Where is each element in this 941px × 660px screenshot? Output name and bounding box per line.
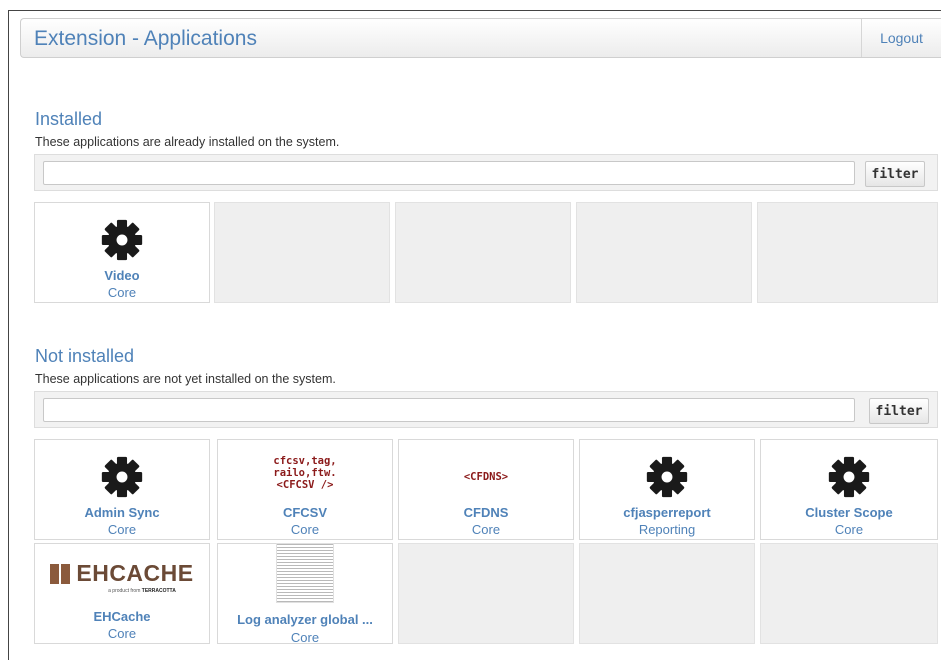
- app-name: Log analyzer global ...: [237, 612, 373, 627]
- empty-tile: [214, 202, 390, 303]
- not-installed-section-title: Not installed: [35, 346, 135, 366]
- not-installed-section-description: These applications are not yet installed…: [35, 372, 336, 386]
- installed-filter-button[interactable]: filter: [865, 161, 925, 187]
- app-name: Cluster Scope: [805, 505, 893, 520]
- app-tile-video[interactable]: Video Core: [34, 202, 210, 303]
- document-thumbnail-icon: [218, 543, 392, 603]
- app-tile-cluster-scope[interactable]: Cluster Scope Core: [760, 439, 938, 540]
- app-category: Core: [107, 285, 137, 300]
- app-category: Core: [107, 626, 137, 641]
- not-installed-filter-bar: filter: [34, 391, 938, 428]
- empty-tile: [395, 202, 571, 303]
- gear-icon: [35, 215, 209, 265]
- app-tile-cfjasperreport[interactable]: cfjasperreport Reporting: [579, 439, 755, 540]
- ehcache-mark-icon: [50, 563, 71, 584]
- gear-icon: [35, 452, 209, 502]
- app-category: Core: [290, 522, 320, 537]
- app-name: cfjasperreport: [623, 505, 711, 520]
- empty-tile: [760, 543, 938, 644]
- gear-icon: [761, 452, 937, 502]
- empty-tile: [757, 202, 938, 303]
- empty-tile: [398, 543, 574, 644]
- installed-filter-bar: filter: [34, 154, 938, 191]
- cfcsv-logo-text: cfcsv,tag, railo,ftw. <CFCSV />: [273, 455, 337, 491]
- window-border-top: [8, 10, 941, 11]
- cfdns-logo-text: <CFDNS>: [463, 471, 509, 483]
- empty-tile: [579, 543, 755, 644]
- app-category: Core: [290, 630, 320, 645]
- ehcache-wordmark: EHCACHE: [76, 560, 194, 586]
- installed-section-title: Installed: [35, 109, 103, 129]
- app-category: Core: [834, 522, 864, 537]
- ehcache-logo-icon: EHCACHE a product from TERRACOTTA: [35, 552, 209, 602]
- app-name: Video: [104, 268, 140, 283]
- app-category: Core: [471, 522, 501, 537]
- app-tile-admin-sync[interactable]: Admin Sync Core: [34, 439, 210, 540]
- app-name: CFDNS: [463, 505, 509, 520]
- cfcsv-logo-icon: cfcsv,tag, railo,ftw. <CFCSV />: [218, 448, 392, 498]
- app-tile-cfdns[interactable]: <CFDNS> CFDNS Core: [398, 439, 574, 540]
- page-header: Extension - Applications Logout: [20, 18, 941, 58]
- logout-link[interactable]: Logout: [861, 19, 941, 57]
- not-installed-filter-button[interactable]: filter: [869, 398, 929, 424]
- app-category: Reporting: [638, 522, 696, 537]
- app-tile-cfcsv[interactable]: cfcsv,tag, railo,ftw. <CFCSV /> CFCSV Co…: [217, 439, 393, 540]
- app-tile-log-analyzer[interactable]: Log analyzer global ... Core: [217, 543, 393, 645]
- installed-filter-input[interactable]: [43, 161, 855, 185]
- gear-icon: [580, 452, 754, 502]
- empty-tile: [576, 202, 752, 303]
- installed-section-description: These applications are already installed…: [35, 135, 340, 149]
- app-category: Core: [107, 522, 137, 537]
- app-name: EHCache: [93, 609, 151, 624]
- cfdns-logo-icon: <CFDNS>: [399, 452, 573, 502]
- page-title: Extension - Applications: [34, 27, 257, 50]
- window-border-left: [8, 10, 9, 660]
- app-tile-ehcache[interactable]: EHCACHE a product from TERRACOTTA EHCach…: [34, 543, 210, 644]
- not-installed-filter-input[interactable]: [43, 398, 855, 422]
- app-name: CFCSV: [282, 505, 328, 520]
- app-name: Admin Sync: [84, 505, 160, 520]
- ehcache-tagline: a product from TERRACOTTA: [108, 588, 176, 594]
